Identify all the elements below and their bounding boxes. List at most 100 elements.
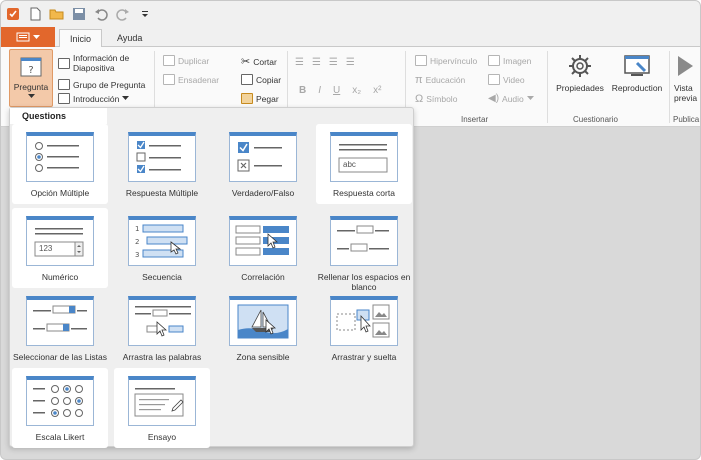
list-format-buttons[interactable]: ☰☰☰☰: [295, 57, 363, 68]
bold-icon[interactable]: B: [299, 85, 306, 96]
play-icon: [678, 56, 693, 76]
question-type-label: Secuencia: [142, 272, 182, 282]
preview-button[interactable]: Vista previa: [671, 53, 700, 103]
question-type-label: Seleccionar de las Listas: [12, 352, 108, 362]
true-false-icon: [229, 132, 297, 182]
pi-icon: π: [415, 74, 423, 86]
duplicate-button[interactable]: Duplicar: [163, 55, 209, 66]
question-group-button[interactable]: Grupo de Pregunta: [58, 79, 145, 90]
question-type-drag-drop[interactable]: Arrastrar y suelta: [316, 288, 412, 368]
question-type-essay[interactable]: Ensayo: [114, 368, 210, 448]
new-file-icon[interactable]: [27, 6, 43, 22]
question-type-matching[interactable]: Correlación: [215, 208, 311, 288]
slide-info-label: Información de Diapositiva: [73, 53, 130, 73]
group-label-publica: Publica: [673, 115, 700, 124]
question-type-multiple-response[interactable]: Respuesta Múltiple: [114, 124, 210, 204]
player-icon: [624, 55, 650, 76]
question-type-label: Zona sensible: [236, 352, 290, 362]
question-type-fill-blanks[interactable]: Rellenar los espacios en blanco: [316, 208, 412, 292]
app-logo-icon: [5, 6, 21, 22]
svg-text:1: 1: [135, 225, 139, 233]
player-button[interactable]: Reproduction: [608, 53, 666, 93]
group-label-cuestionario: Cuestionario: [573, 115, 618, 124]
question-button[interactable]: ? Pregunta: [9, 49, 53, 107]
customize-toolbar-icon[interactable]: [137, 6, 153, 22]
superscript-icon[interactable]: x²: [373, 85, 381, 96]
numeric-sample: 123: [39, 244, 53, 253]
paste-button[interactable]: Pegar: [241, 93, 279, 104]
speaker-icon: ◀): [488, 93, 500, 104]
question-type-label: Respuesta Múltiple: [125, 188, 199, 198]
cut-label: Cortar: [253, 56, 277, 67]
question-type-label: Correlación: [241, 272, 285, 282]
open-folder-icon[interactable]: [49, 6, 65, 22]
question-type-label: Escala Likert: [35, 432, 85, 442]
drag-drop-icon: [330, 296, 398, 346]
redo-icon[interactable]: [115, 6, 131, 22]
italic-icon[interactable]: I: [318, 85, 321, 96]
question-type-multiple-choice[interactable]: Opción Múltiple: [12, 124, 108, 204]
question-type-likert[interactable]: Escala Likert: [12, 368, 108, 448]
video-label: Video: [503, 74, 525, 85]
paste-icon: [241, 93, 253, 104]
audio-label: Audio: [502, 93, 524, 104]
equation-button[interactable]: π Educación: [415, 74, 465, 86]
link-slides-button[interactable]: Ensadenar: [163, 74, 219, 85]
question-type-select-lists[interactable]: Seleccionar de las Listas: [12, 288, 108, 368]
symbol-button[interactable]: Ω Símbolo: [415, 93, 457, 105]
ribbon-separator: [547, 51, 548, 123]
hyperlink-button[interactable]: Hipervínculo: [415, 55, 477, 66]
subscript-icon[interactable]: x₂: [352, 85, 361, 96]
tab-inicio[interactable]: Inicio: [59, 29, 103, 48]
multiple-response-icon: [128, 132, 196, 182]
save-icon[interactable]: [71, 6, 87, 22]
duplicate-label: Duplicar: [178, 55, 210, 66]
image-button[interactable]: Imagen: [488, 55, 531, 66]
tab-ayuda[interactable]: Ayuda: [107, 29, 152, 47]
tab-ayuda-label: Ayuda: [117, 33, 143, 43]
duplicate-icon: [163, 55, 175, 66]
image-label: Imagen: [503, 55, 532, 66]
image-icon: [488, 55, 500, 66]
question-type-drag-words[interactable]: Arrastra las palabras: [114, 288, 210, 368]
chevron-down-icon: [27, 94, 35, 98]
question-type-short-answer[interactable]: abc Respuesta corta: [316, 124, 412, 204]
chevron-down-icon: [33, 34, 40, 39]
undo-icon[interactable]: [93, 6, 109, 22]
file-menu-button[interactable]: [1, 27, 55, 47]
properties-button[interactable]: Propiedades: [553, 53, 607, 93]
sequence-icon: 1 2 3: [128, 216, 196, 266]
question-type-hotspot[interactable]: Zona sensible: [215, 288, 311, 368]
ribbon-tabs: Inicio Ayuda: [1, 27, 700, 48]
short-answer-icon: abc: [330, 132, 398, 182]
question-type-label: Verdadero/Falso: [231, 188, 295, 198]
equation-label: Educación: [425, 75, 466, 85]
copy-label: Copiar: [256, 74, 282, 85]
questions-header: Questions: [10, 108, 107, 124]
likert-icon: [26, 376, 94, 426]
question-type-label: Opción Múltiple: [30, 188, 90, 198]
symbol-label: Símbolo: [426, 94, 458, 104]
question-group-label: Grupo de Pregunta: [73, 79, 146, 90]
text-format-buttons[interactable]: B I Ux₂ x²: [299, 85, 381, 96]
paste-label: Pegar: [256, 93, 279, 104]
question-type-label: Arrastra las palabras: [122, 352, 202, 362]
copy-button[interactable]: Copiar: [241, 74, 281, 85]
hotspot-icon: [229, 296, 297, 346]
chevron-down-icon: [122, 96, 130, 100]
video-button[interactable]: Video: [488, 74, 525, 85]
omega-icon: Ω: [415, 93, 424, 105]
intro-button[interactable]: Introducción: [58, 93, 130, 104]
matching-icon: [229, 216, 297, 266]
intro-label: Introducción: [73, 93, 120, 104]
hyperlink-icon: [415, 55, 427, 66]
slide-info-button[interactable]: Información de Diapositiva: [58, 53, 150, 73]
underline-icon[interactable]: U: [333, 85, 340, 96]
menu-icon: [16, 32, 30, 42]
question-type-sequence[interactable]: 1 2 3 Secuencia: [114, 208, 210, 288]
question-type-numeric[interactable]: 123 Numérico: [12, 208, 108, 288]
question-type-true-false[interactable]: Verdadero/Falso: [215, 124, 311, 204]
audio-button[interactable]: ◀) Audio: [488, 93, 534, 104]
short-answer-sample: abc: [343, 160, 356, 169]
cut-button[interactable]: ✂ Cortar: [241, 55, 277, 68]
